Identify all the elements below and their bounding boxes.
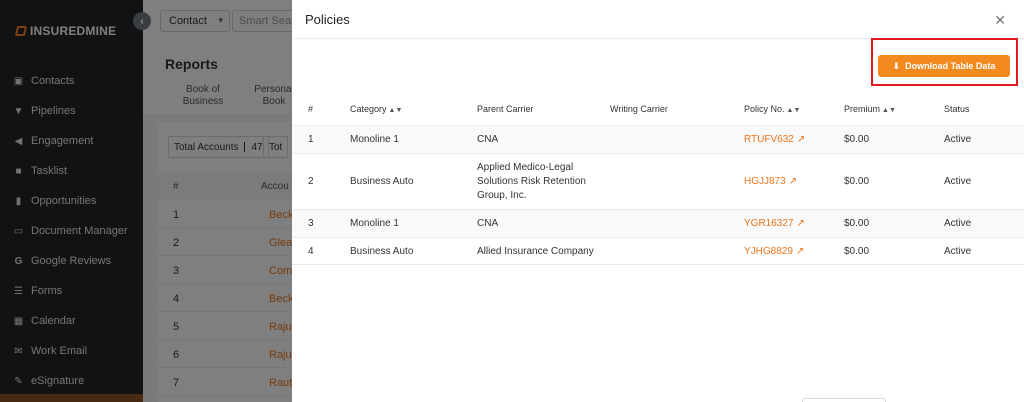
column-header-policy-no[interactable]: Policy No. ▲▼ xyxy=(744,104,800,114)
policy-number: YGR16327 xyxy=(744,218,794,229)
policy-number-link[interactable]: YJHG8829 ↗ xyxy=(744,246,804,257)
policy-number-link[interactable]: YGR16327 ↗ xyxy=(744,218,805,229)
policy-number: RTUFV632 xyxy=(744,134,794,145)
premium-cell: $0.00 xyxy=(844,246,870,257)
parent-carrier-cell: CNA xyxy=(477,134,499,145)
premium-cell: $0.00 xyxy=(844,218,870,229)
column-header-label: Premium xyxy=(844,104,881,114)
external-link-icon: ↗ xyxy=(788,176,798,187)
column-header-writing-carrier: Writing Carrier xyxy=(610,104,668,114)
column-header-label: Category xyxy=(350,104,387,114)
policies-table-header: # Category ▲▼ Parent Carrier Writing Carr… xyxy=(292,96,1024,122)
sort-icon: ▲▼ xyxy=(882,107,896,114)
download-icon: ⬇ xyxy=(892,60,901,71)
divider xyxy=(292,264,1024,265)
policy-number: HGJJ873 xyxy=(744,176,786,187)
download-table-data-button[interactable]: ⬇ Download Table Data xyxy=(878,55,1010,77)
status-cell: Active xyxy=(944,218,972,229)
premium-cell: $0.00 xyxy=(844,176,870,187)
scroll-hint xyxy=(802,398,886,402)
sort-icon: ▲▼ xyxy=(388,107,403,114)
policy-number-link[interactable]: HGJJ873 ↗ xyxy=(744,176,797,187)
chevron-left-icon[interactable]: ‹ xyxy=(133,12,151,30)
category-cell: Business Auto xyxy=(350,246,414,257)
highlight-box: ⬇ Download Table Data xyxy=(871,38,1018,86)
status-cell: Active xyxy=(944,134,972,145)
table-row: 1 Monoline 1 CNA RTUFV632 ↗ $0.00 Active xyxy=(292,125,1024,153)
policy-number: YJHG8829 xyxy=(744,246,793,257)
download-button-label: Download Table Data xyxy=(905,61,996,71)
column-header-number: # xyxy=(308,104,314,114)
table-row: 3 Monoline 1 CNA YGR16327 ↗ $0.00 Active xyxy=(292,209,1024,237)
table-row: 2 Business Auto Applied Medico-Legal Sol… xyxy=(292,153,1024,209)
row-number: 1 xyxy=(308,134,314,145)
sort-icon: ▲▼ xyxy=(786,107,801,114)
category-cell: Business Auto xyxy=(350,176,414,187)
external-link-icon: ↗ xyxy=(796,218,805,229)
table-row: 4 Business Auto Allied Insurance Company… xyxy=(292,237,1024,264)
premium-cell: $0.00 xyxy=(844,134,870,145)
modal-title: Policies xyxy=(305,12,350,27)
column-header-category[interactable]: Category ▲▼ xyxy=(350,104,402,114)
column-header-label: Policy No. xyxy=(744,104,785,114)
row-number: 3 xyxy=(308,218,314,229)
parent-carrier-cell: Allied Insurance Company xyxy=(477,246,594,257)
parent-carrier-cell: CNA xyxy=(477,218,499,229)
category-cell: Monoline 1 xyxy=(350,218,399,229)
row-number: 2 xyxy=(308,176,314,187)
parent-carrier-cell: Applied Medico-Legal Solutions Risk Rete… xyxy=(477,162,586,201)
column-header-status: Status xyxy=(944,104,970,114)
sidebar-overlay xyxy=(0,0,143,402)
external-link-icon: ↗ xyxy=(795,246,805,257)
status-cell: Active xyxy=(944,176,972,187)
row-number: 4 xyxy=(308,246,314,257)
policy-number-link[interactable]: RTUFV632 ↗ xyxy=(744,134,805,145)
status-cell: Active xyxy=(944,246,972,257)
close-icon[interactable]: ✕ xyxy=(994,12,1006,29)
category-cell: Monoline 1 xyxy=(350,134,399,145)
column-header-premium[interactable]: Premium ▲▼ xyxy=(844,104,896,114)
column-header-parent-carrier: Parent Carrier xyxy=(477,104,534,114)
policies-modal: Policies ✕ ⬇ Download Table Data # Categ… xyxy=(292,0,1024,402)
external-link-icon: ↗ xyxy=(796,134,806,145)
